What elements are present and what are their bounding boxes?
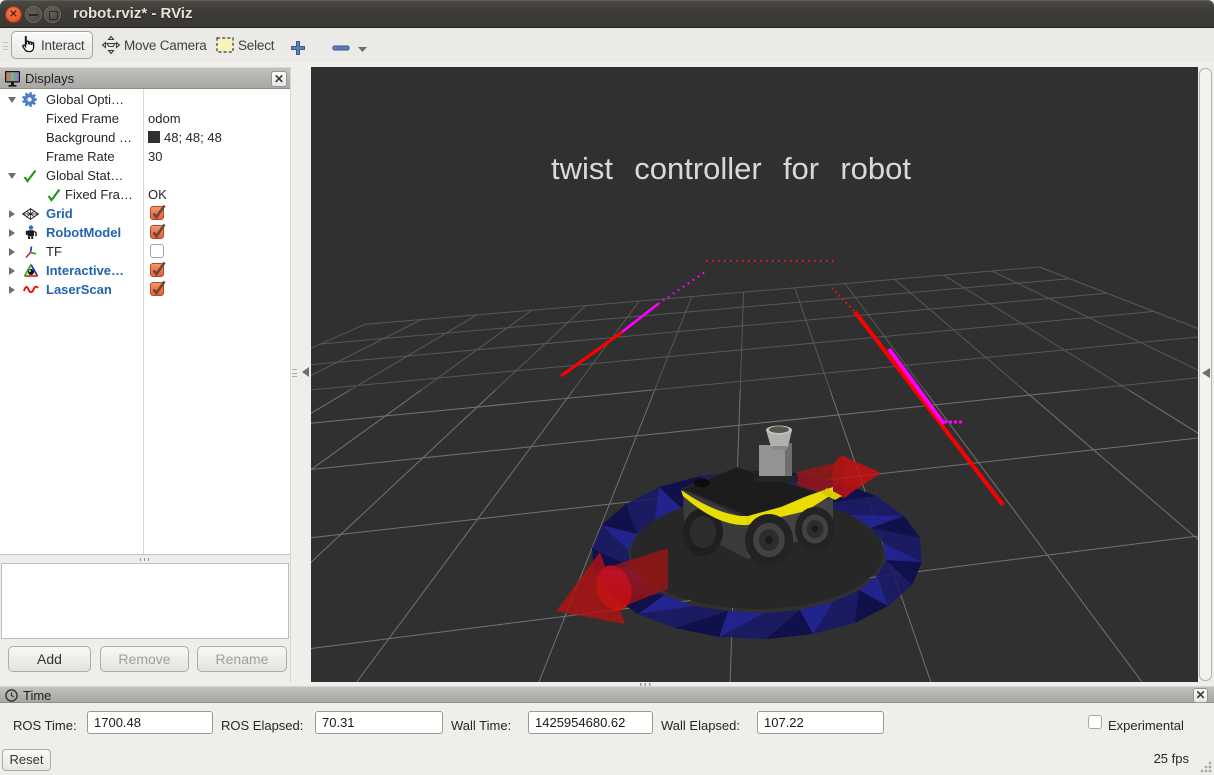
svg-text:twist controller for robot: twist controller for robot [551, 151, 911, 186]
